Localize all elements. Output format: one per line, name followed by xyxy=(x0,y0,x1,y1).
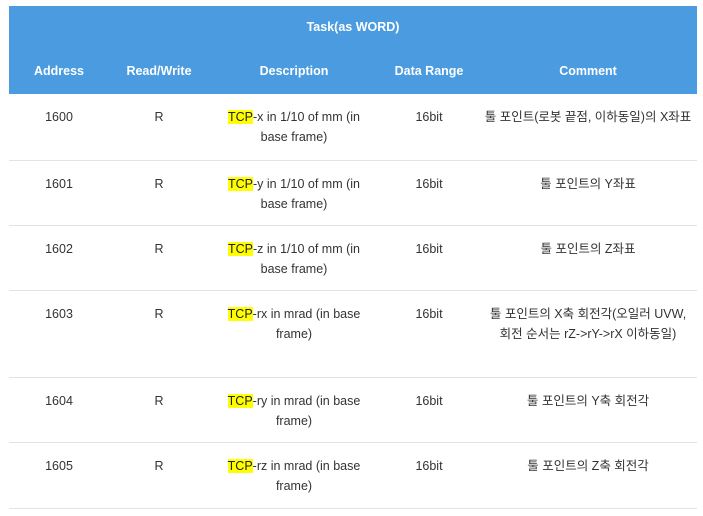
description-text: -rx in mrad (in base frame) xyxy=(252,306,361,341)
description-text: -z in 1/10 of mm (in base frame) xyxy=(253,241,360,276)
cell-comment: 툴 포인트의 Y축 회전각 xyxy=(479,377,698,443)
table-title-row: Task(as WORD) xyxy=(9,6,698,48)
cell-data-range: 16bit xyxy=(379,160,479,226)
cell-description: TCP-rx in mrad (in base frame) xyxy=(209,290,379,378)
register-table: Task(as WORD) Address Read/Write Descrip… xyxy=(9,6,698,509)
table-row: 1602 R TCP-z in 1/10 of mm (in base fram… xyxy=(9,225,698,291)
description-text: -rz in mrad (in base frame) xyxy=(252,458,361,493)
cell-read-write: R xyxy=(109,94,209,161)
description-text: -ry in mrad (in base frame) xyxy=(252,393,361,428)
cell-comment: 툴 포인트의 Y좌표 xyxy=(479,160,698,226)
header-read-write: Read/Write xyxy=(109,48,209,94)
cell-description: TCP-y in 1/10 of mm (in base frame) xyxy=(209,160,379,226)
cell-data-range: 16bit xyxy=(379,225,479,291)
table-header-row: Address Read/Write Description Data Rang… xyxy=(9,48,698,94)
cell-read-write: R xyxy=(109,290,209,378)
cell-address: 1603 xyxy=(9,290,109,378)
cell-description: TCP-rz in mrad (in base frame) xyxy=(209,442,379,509)
cell-read-write: R xyxy=(109,160,209,226)
cell-address: 1604 xyxy=(9,377,109,443)
cell-read-write: R xyxy=(109,225,209,291)
cell-data-range: 16bit xyxy=(379,377,479,443)
cell-read-write: R xyxy=(109,442,209,509)
cell-read-write: R xyxy=(109,377,209,443)
tcp-highlight: TCP xyxy=(227,306,253,321)
cell-address: 1600 xyxy=(9,94,109,161)
tcp-highlight: TCP xyxy=(228,176,253,191)
tcp-highlight: TCP xyxy=(228,110,253,124)
tcp-highlight: TCP xyxy=(227,393,253,408)
description-text: -x in 1/10 of mm (in base frame) xyxy=(253,110,360,144)
table-row: 1601 R TCP-y in 1/10 of mm (in base fram… xyxy=(9,160,698,226)
cell-data-range: 16bit xyxy=(379,290,479,378)
cell-address: 1602 xyxy=(9,225,109,291)
table-row: 1605 R TCP-rz in mrad (in base frame) 16… xyxy=(9,442,698,509)
header-comment: Comment xyxy=(479,48,698,94)
cell-comment: 툴 포인트의 Z축 회전각 xyxy=(479,442,698,509)
register-table-container: Task(as WORD) Address Read/Write Descrip… xyxy=(9,6,698,509)
cell-comment: 툴 포인트의 X축 회전각(오일러 UVW, 회전 순서는 rZ->rY->rX… xyxy=(479,290,698,378)
table-title: Task(as WORD) xyxy=(9,6,698,48)
table-row: 1603 R TCP-rx in mrad (in base frame) 16… xyxy=(9,290,698,378)
cell-data-range: 16bit xyxy=(379,442,479,509)
tcp-highlight: TCP xyxy=(228,241,253,256)
header-address: Address xyxy=(9,48,109,94)
cell-comment: 툴 포인트(로봇 끝점, 이하동일)의 X좌표 xyxy=(479,94,698,161)
header-description: Description xyxy=(209,48,379,94)
tcp-highlight: TCP xyxy=(227,458,253,473)
description-text: -y in 1/10 of mm (in base frame) xyxy=(253,176,360,211)
cell-description: TCP-z in 1/10 of mm (in base frame) xyxy=(209,225,379,291)
cell-data-range: 16bit xyxy=(379,94,479,161)
cell-address: 1605 xyxy=(9,442,109,509)
header-data-range: Data Range xyxy=(379,48,479,94)
cell-comment: 툴 포인트의 Z좌표 xyxy=(479,225,698,291)
cell-description: TCP-ry in mrad (in base frame) xyxy=(209,377,379,443)
table-row: 1600 R TCP-x in 1/10 of mm (in base fram… xyxy=(9,94,698,161)
table-row: 1604 R TCP-ry in mrad (in base frame) 16… xyxy=(9,377,698,443)
cell-address: 1601 xyxy=(9,160,109,226)
cell-description: TCP-x in 1/10 of mm (in base frame) xyxy=(209,94,379,161)
